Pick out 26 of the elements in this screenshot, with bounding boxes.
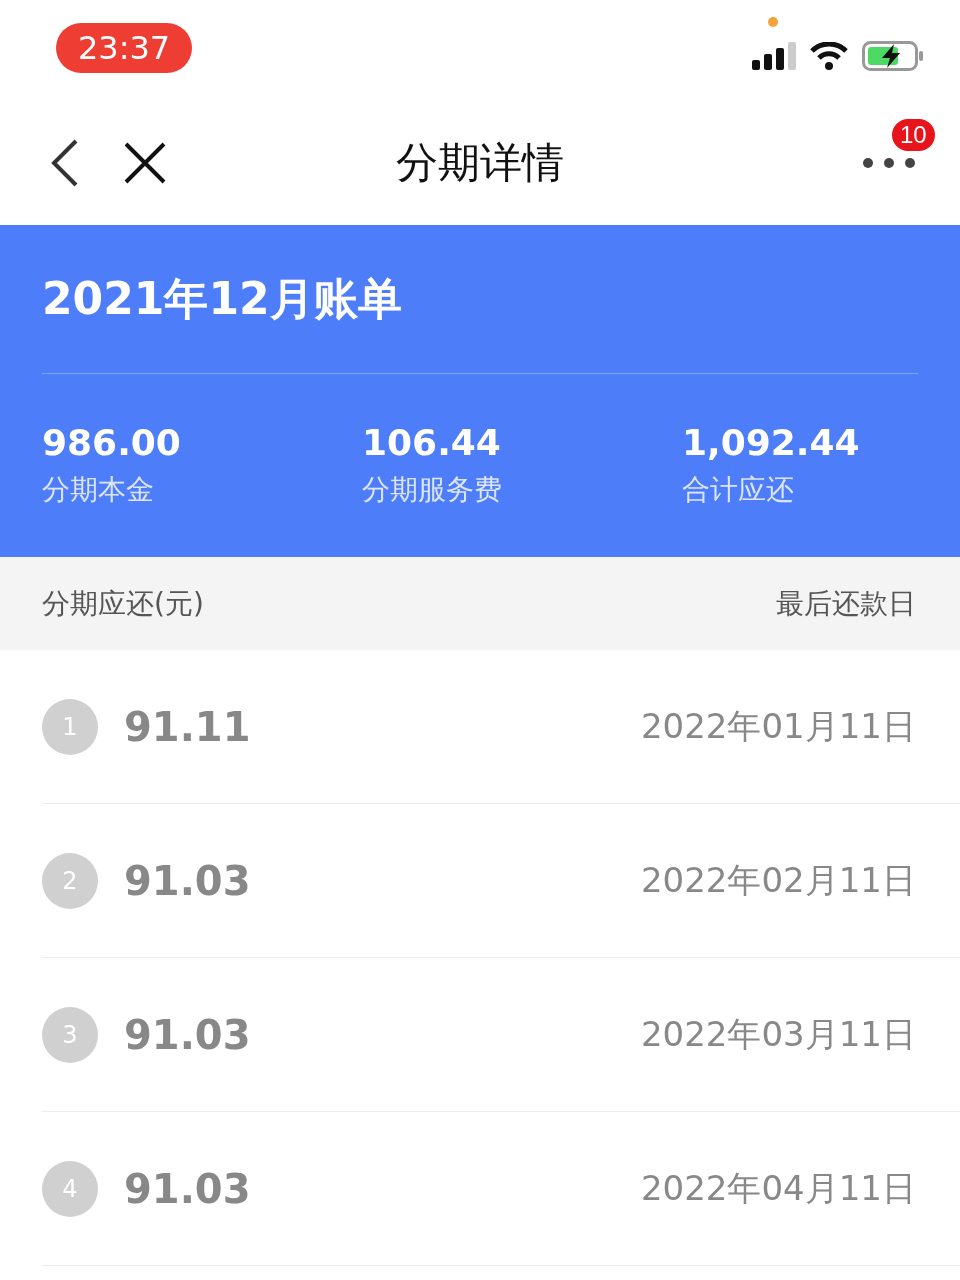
privacy-dot-icon <box>768 17 778 27</box>
installment-amount: 91.03 <box>124 857 251 904</box>
due-date: 2022年03月11日 <box>640 1012 916 1056</box>
status-time: 23:37 <box>56 23 193 73</box>
stat-label: 分期本金 <box>42 473 154 506</box>
page-title: 分期详情 <box>396 137 564 187</box>
installment-amount: 91.03 <box>124 1011 251 1058</box>
stat-label: 分期服务费 <box>362 473 502 506</box>
due-date: 2022年01月11日 <box>640 704 916 748</box>
back-button[interactable] <box>50 138 80 187</box>
installment-amount: 91.03 <box>124 1165 251 1212</box>
stat-label: 合计应还 <box>682 473 794 506</box>
due-date: 2022年02月11日 <box>640 858 916 902</box>
column-header: 最后还款日 <box>776 585 916 622</box>
stat-value: 986.00 <box>42 422 181 463</box>
stat-value: 106.44 <box>362 422 501 463</box>
due-date: 2022年04月11日 <box>640 1166 916 1210</box>
bill-title: 2021年12月账单 <box>42 271 402 326</box>
stat-value: 1,092.44 <box>682 422 860 463</box>
notification-badge: 10 <box>890 116 937 153</box>
close-button[interactable] <box>124 141 166 184</box>
wifi-icon <box>810 42 848 70</box>
installment-amount: 91.11 <box>124 703 251 750</box>
battery-charging-icon <box>862 41 924 71</box>
column-header: 分期应还(元) <box>42 585 204 622</box>
signal-icon <box>752 42 796 70</box>
